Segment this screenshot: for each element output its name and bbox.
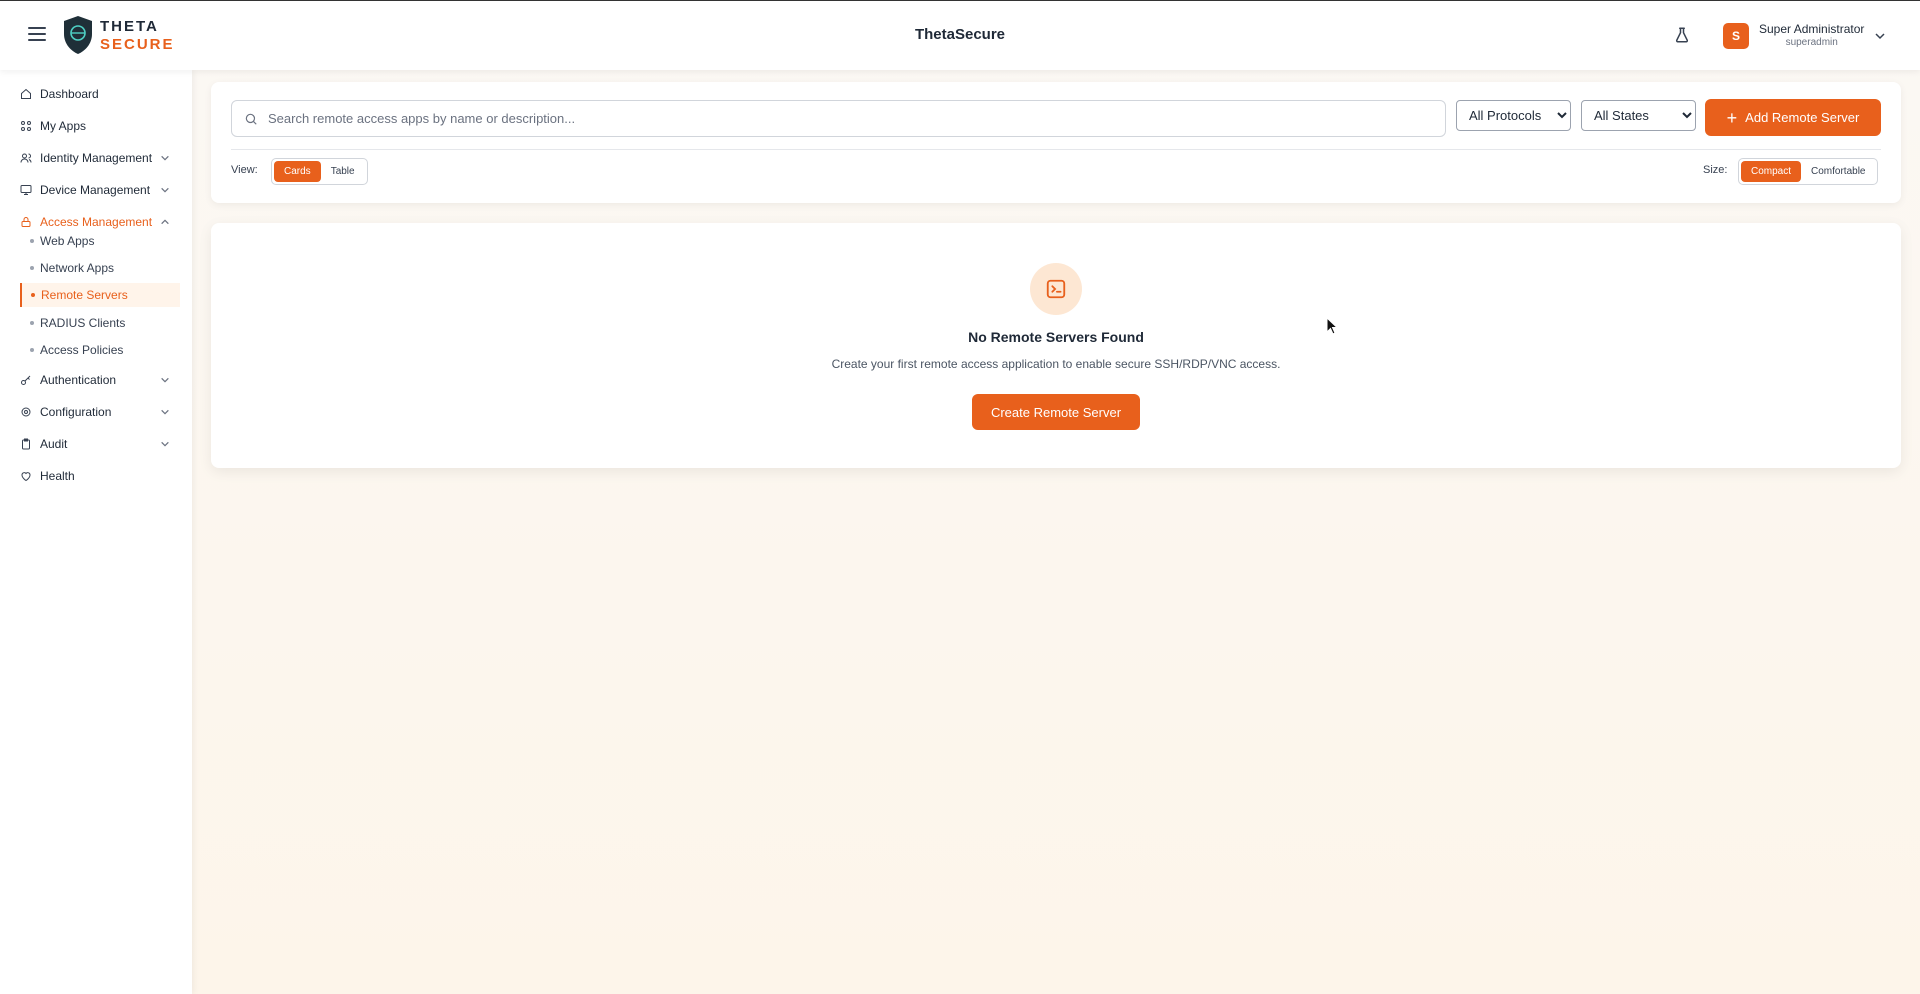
protocol-select[interactable]: All Protocols	[1456, 100, 1571, 131]
empty-state-card: No Remote Servers Found Create your firs…	[211, 223, 1901, 468]
sidebar-subitem-radius-clients[interactable]: RADIUS Clients	[20, 311, 180, 335]
mouse-cursor-icon	[1326, 317, 1338, 335]
sidebar-subitem-web-apps[interactable]: Web Apps	[20, 229, 180, 253]
sidebar-item-configuration[interactable]: Configuration	[20, 400, 180, 424]
bullet-icon	[30, 239, 34, 243]
gear-icon	[21, 407, 31, 417]
menu-toggle-icon[interactable]	[28, 27, 46, 41]
logo-text-theta: THETA	[100, 17, 159, 35]
user-handle: superadmin	[1785, 37, 1838, 49]
user-name: Super Administrator	[1759, 22, 1865, 37]
search-box[interactable]	[231, 100, 1446, 137]
top-bar: THETA SECURE ThetaSecure S Super Adminis…	[0, 0, 1920, 70]
size-compact-button[interactable]: Compact	[1741, 161, 1802, 182]
search-input[interactable]	[268, 111, 1418, 126]
bullet-icon	[31, 293, 35, 297]
grid-icon	[21, 121, 31, 131]
sidebar-item-label: Audit	[40, 437, 68, 451]
monitor-icon	[20, 185, 32, 195]
bullet-icon	[30, 348, 34, 352]
user-menu[interactable]: S Super Administrator superadmin	[1723, 23, 1886, 49]
add-remote-server-label: Add Remote Server	[1745, 110, 1860, 125]
create-remote-server-button[interactable]: Create Remote Server	[972, 394, 1140, 430]
home-icon	[21, 88, 31, 99]
sidebar-item-label: Device Management	[40, 183, 151, 197]
plus-icon: +	[1726, 107, 1738, 128]
view-cards-button[interactable]: Cards	[274, 161, 321, 182]
sidebar-subitem-label: Remote Servers	[41, 288, 128, 302]
logo[interactable]: THETA SECURE	[62, 15, 175, 55]
size-comfortable-button[interactable]: Comfortable	[1801, 161, 1875, 182]
avatar: S	[1723, 23, 1749, 49]
size-toggle: Compact Comfortable	[1738, 158, 1879, 185]
chevron-down-icon	[161, 441, 169, 447]
add-remote-server-button[interactable]: + Add Remote Server	[1705, 99, 1881, 136]
sidebar-item-label: Access Management	[40, 215, 153, 229]
terminal-icon	[1046, 279, 1066, 299]
flask-icon[interactable]	[1673, 26, 1691, 44]
empty-state-description: Create your first remote access applicat…	[831, 357, 1281, 371]
size-label: Size:	[1703, 164, 1728, 176]
sidebar-subitem-remote-servers[interactable]: Remote Servers	[20, 283, 180, 307]
sidebar-item-audit[interactable]: Audit	[20, 432, 180, 456]
logo-text-secure: SECURE	[100, 35, 175, 53]
state-select[interactable]: All States	[1581, 100, 1696, 131]
clipboard-icon	[22, 438, 30, 450]
sidebar-item-device-management[interactable]: Device Management	[20, 178, 180, 202]
lock-icon	[21, 217, 31, 227]
chevron-down-icon	[161, 155, 169, 161]
sidebar-item-label: Identity Management	[40, 151, 153, 165]
sidebar-subitem-label: RADIUS Clients	[40, 316, 126, 330]
chevron-down-icon	[1875, 33, 1885, 40]
sidebar-subitem-label: Web Apps	[40, 234, 95, 248]
sidebar-item-label: Authentication	[40, 373, 117, 387]
chevron-down-icon	[161, 187, 169, 193]
sidebar-item-dashboard[interactable]: Dashboard	[20, 82, 180, 106]
filter-toolbar: All Protocols All States + Add Remote Se…	[211, 82, 1901, 203]
sidebar-item-label: Dashboard	[40, 87, 99, 101]
heart-icon	[21, 472, 31, 482]
sidebar-item-identity-management[interactable]: Identity Management	[20, 146, 180, 170]
sidebar-item-health[interactable]: Health	[20, 464, 180, 488]
sidebar-subitem-access-policies[interactable]: Access Policies	[20, 338, 180, 362]
bullet-icon	[30, 266, 34, 270]
sidebar-item-my-apps[interactable]: My Apps	[20, 114, 180, 138]
sidebar-item-label: Health	[40, 469, 75, 483]
app-title: ThetaSecure	[914, 26, 1006, 43]
sidebar-subitem-network-apps[interactable]: Network Apps	[20, 256, 180, 280]
empty-state-title: No Remote Servers Found	[968, 329, 1144, 345]
view-toggle: Cards Table	[271, 158, 368, 185]
sidebar-subitem-label: Access Policies	[40, 343, 124, 357]
shield-logo-icon	[64, 16, 92, 54]
sidebar-item-label: Configuration	[40, 405, 112, 419]
key-icon	[21, 375, 31, 385]
search-icon	[245, 113, 257, 125]
sidebar-subitem-label: Network Apps	[40, 261, 115, 275]
sidebar-item-authentication[interactable]: Authentication	[20, 368, 180, 392]
bullet-icon	[30, 321, 34, 325]
sidebar-item-label: My Apps	[40, 119, 87, 133]
chevron-down-icon	[161, 377, 169, 383]
view-table-button[interactable]: Table	[321, 161, 365, 182]
view-label: View:	[231, 164, 258, 176]
sidebar: Dashboard My Apps Identity Management De…	[0, 70, 192, 994]
empty-state-icon-wrap	[1030, 263, 1082, 315]
chevron-up-icon	[161, 219, 169, 225]
divider	[231, 149, 1881, 150]
chevron-down-icon	[161, 409, 169, 415]
users-icon	[20, 153, 32, 163]
